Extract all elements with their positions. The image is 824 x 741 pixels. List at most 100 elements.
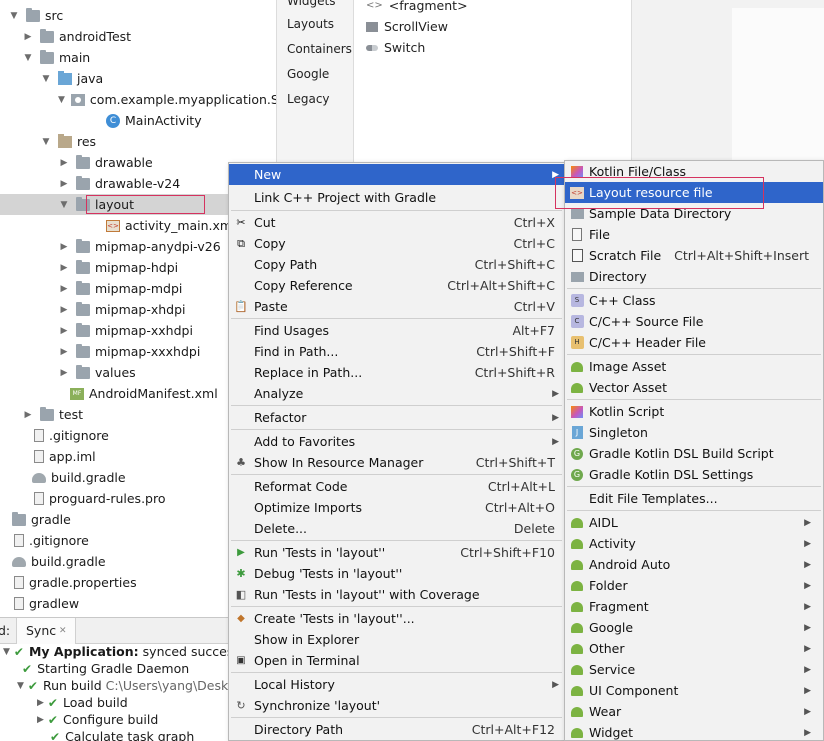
tree-expand-arrow[interactable]: ▶ [58,305,70,315]
menu-item-refactor[interactable]: Refactor ▶ [229,407,564,428]
palette-item-switch[interactable]: Switch [366,40,425,55]
submenu-item-aidl[interactable]: AIDL ▶ [565,512,823,533]
palette-item-fragment[interactable]: <> <fragment> [366,0,468,13]
menu-item-link-cpp[interactable]: Link C++ Project with Gradle [229,187,564,208]
submenu-item-file[interactable]: File [565,224,823,245]
menu-item-open-in-terminal[interactable]: ▣ Open in Terminal [229,650,564,671]
menu-item-cut[interactable]: ✂ Cut Ctrl+X [229,212,564,233]
check-icon: ✔ [50,729,61,741]
tree-expand-arrow[interactable]: ▶ [58,284,70,294]
menu-item-local-history[interactable]: Local History ▶ [229,674,564,695]
tree-item-androidtest[interactable]: ▶ androidTest [0,26,276,47]
cpp-header-icon: H [570,336,584,350]
tree-expand-arrow[interactable]: ▼ [40,74,52,84]
palette-category-legacy[interactable]: Legacy [287,92,330,106]
menu-item-reformat-code[interactable]: Reformat Code Ctrl+Alt+L [229,476,564,497]
submenu-item-service[interactable]: Service ▶ [565,659,823,680]
tree-expand-arrow[interactable]: ▶ [58,263,70,273]
menu-item-debug-tests[interactable]: ✱ Debug 'Tests in 'layout'' [229,563,564,584]
chevron-right-icon[interactable]: ▶ [37,698,44,708]
submenu-item-scratch-file[interactable]: Scratch File Ctrl+Alt+Shift+Insert [565,245,823,266]
menu-item-directory-path[interactable]: Directory Path Ctrl+Alt+F12 [229,719,564,740]
menu-item-run-tests[interactable]: ▶ Run 'Tests in 'layout'' Ctrl+Shift+F10 [229,542,564,563]
tree-item-main[interactable]: ▼ main [0,47,276,68]
menu-item-find-usages[interactable]: Find Usages Alt+F7 [229,320,564,341]
palette-category-layouts[interactable]: Layouts [287,17,334,31]
tree-expand-arrow[interactable]: ▶ [22,410,34,420]
build-row[interactable]: ✔ Starting Gradle Daemon [18,660,189,677]
palette-category-widgets[interactable]: Widgets [287,0,336,8]
menu-item-copy-path[interactable]: Copy Path Ctrl+Shift+C [229,254,564,275]
submenu-item-fragment[interactable]: Fragment ▶ [565,596,823,617]
tree-expand-arrow[interactable]: ▶ [58,158,70,168]
menu-item-add-to-favorites[interactable]: Add to Favorites ▶ [229,431,564,452]
submenu-item-cpp-class[interactable]: S C++ Class [565,290,823,311]
tree-item-package[interactable]: ▼ com.example.myapplication.Sm [0,89,276,110]
tree-expand-arrow[interactable]: ▶ [58,326,70,336]
submenu-item-vector-asset[interactable]: Vector Asset [565,377,823,398]
tree-expand-arrow[interactable]: ▶ [58,242,70,252]
chevron-down-icon[interactable]: ▼ [17,681,24,691]
build-row[interactable]: ✔ Calculate task graph [46,728,194,741]
submenu-item-cpp-source[interactable]: C C/C++ Source File [565,311,823,332]
palette-category-containers[interactable]: Containers [287,42,352,56]
build-row[interactable]: ▶ ✔ Configure build [34,711,158,728]
menu-item-find-in-path[interactable]: Find in Path... Ctrl+Shift+F [229,341,564,362]
tree-item-res[interactable]: ▼ res [0,131,276,152]
menu-item-delete[interactable]: Delete... Delete [229,518,564,539]
submenu-item-ui-component[interactable]: UI Component ▶ [565,680,823,701]
menu-item-create-tests[interactable]: ◆ Create 'Tests in 'layout''... [229,608,564,629]
submenu-item-gradle-settings[interactable]: G Gradle Kotlin DSL Settings [565,464,823,485]
tree-expand-arrow[interactable]: ▶ [22,32,34,42]
build-row-text: Configure build [62,712,159,727]
tree-expand-arrow[interactable]: ▼ [58,200,70,210]
menu-separator [567,288,821,289]
submenu-item-directory[interactable]: Directory [565,266,823,287]
submenu-item-widget[interactable]: Widget ▶ [565,722,823,741]
submenu-item-kotlin-script[interactable]: Kotlin Script [565,401,823,422]
submenu-item-edit-file-templates[interactable]: Edit File Templates... [565,488,823,509]
menu-item-copy-reference[interactable]: Copy Reference Ctrl+Alt+Shift+C [229,275,564,296]
submenu-item-google[interactable]: Google ▶ [565,617,823,638]
menu-item-replace-in-path[interactable]: Replace in Path... Ctrl+Shift+R [229,362,564,383]
menu-item-paste[interactable]: 📋 Paste Ctrl+V [229,296,564,317]
submenu-item-image-asset[interactable]: Image Asset [565,356,823,377]
tree-expand-arrow[interactable]: ▶ [58,179,70,189]
build-row[interactable]: ▼ ✔ My Application: synced successf [0,643,244,660]
tree-expand-arrow[interactable]: ▼ [58,95,65,105]
submenu-item-wear[interactable]: Wear ▶ [565,701,823,722]
tree-item-mainactivity[interactable]: C MainActivity [0,110,276,131]
submenu-item-android-auto[interactable]: Android Auto ▶ [565,554,823,575]
menu-item-label: Delete... [254,521,307,536]
menu-item-copy[interactable]: ⧉ Copy Ctrl+C [229,233,564,254]
submenu-item-cpp-header[interactable]: H C/C++ Header File [565,332,823,353]
tab-sync[interactable]: Sync ✕ [16,618,76,644]
submenu-item-gradle-build-script[interactable]: G Gradle Kotlin DSL Build Script [565,443,823,464]
submenu-item-folder[interactable]: Folder ▶ [565,575,823,596]
tree-expand-arrow[interactable]: ▶ [58,347,70,357]
tree-expand-arrow[interactable]: ▼ [8,11,20,21]
menu-item-analyze[interactable]: Analyze ▶ [229,383,564,404]
chevron-down-icon[interactable]: ▼ [3,647,10,657]
menu-item-run-with-coverage[interactable]: ◧ Run 'Tests in 'layout'' with Coverage [229,584,564,605]
build-row[interactable]: ▶ ✔ Load build [34,694,128,711]
menu-item-show-in-explorer[interactable]: Show in Explorer [229,629,564,650]
tree-item-java[interactable]: ▼ java [0,68,276,89]
tree-expand-arrow[interactable]: ▶ [58,368,70,378]
tree-expand-arrow[interactable]: ▼ [22,53,34,63]
submenu-item-other[interactable]: Other ▶ [565,638,823,659]
menu-item-label: Widget [589,725,634,740]
chevron-right-icon[interactable]: ▶ [37,715,44,725]
palette-item-scrollview[interactable]: ScrollView [366,19,448,34]
tree-item-src[interactable]: ▼ src [0,5,276,26]
submenu-item-activity[interactable]: Activity ▶ [565,533,823,554]
build-row[interactable]: ▼ ✔ Run build C:\Users\yang\Desk [14,677,228,694]
menu-item-new[interactable]: New ▶ [229,164,564,185]
submenu-item-singleton[interactable]: J Singleton [565,422,823,443]
close-icon[interactable]: ✕ [59,626,67,636]
palette-category-google[interactable]: Google [287,67,329,81]
menu-item-show-in-resource-manager[interactable]: ♣ Show In Resource Manager Ctrl+Shift+T [229,452,564,473]
menu-item-synchronize[interactable]: ↻ Synchronize 'layout' [229,695,564,716]
tree-expand-arrow[interactable]: ▼ [40,137,52,147]
menu-item-optimize-imports[interactable]: Optimize Imports Ctrl+Alt+O [229,497,564,518]
